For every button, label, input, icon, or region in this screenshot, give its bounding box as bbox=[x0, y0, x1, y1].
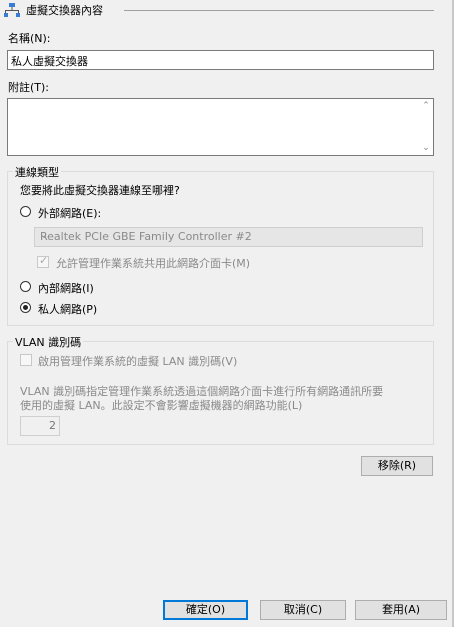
vlan-description-line2: 使用的虛擬 LAN。此設定不會影響虛擬機器的網路功能(L) bbox=[20, 399, 303, 412]
vlan-enable-checkbox[interactable] bbox=[20, 354, 32, 366]
name-label: 名稱(N): bbox=[8, 32, 51, 45]
internal-network-radio[interactable] bbox=[20, 281, 31, 292]
external-network-radio[interactable] bbox=[20, 206, 31, 217]
network-switch-icon bbox=[4, 3, 20, 17]
ok-button[interactable]: 確定(O) bbox=[163, 600, 248, 620]
private-network-label[interactable]: 私人網路(P) bbox=[38, 301, 97, 317]
apply-button[interactable]: 套用(A) bbox=[355, 600, 447, 620]
name-input-value: 私人虛擬交換器 bbox=[11, 55, 88, 68]
scroll-up-icon[interactable]: ⌃ bbox=[421, 102, 431, 111]
name-input[interactable]: 私人虛擬交換器 bbox=[7, 50, 434, 70]
section-header: 虛擬交換器內容 bbox=[4, 2, 103, 18]
vlan-enable-label[interactable]: 啟用管理作業系統的虛擬 LAN 識別碼(V) bbox=[38, 353, 237, 369]
scroll-down-icon[interactable]: ⌄ bbox=[421, 144, 431, 153]
allow-os-share-checkbox[interactable] bbox=[37, 254, 49, 268]
cancel-button[interactable]: 取消(C) bbox=[260, 600, 346, 620]
chevron-down-icon: ⌄ bbox=[40, 230, 49, 241]
private-network-radio[interactable] bbox=[20, 302, 31, 313]
internal-network-label[interactable]: 內部網路(I) bbox=[38, 280, 94, 296]
remove-button[interactable]: 移除(R) bbox=[361, 456, 433, 476]
connection-question: 您要將此虛擬交換器連線至哪裡? bbox=[20, 184, 180, 197]
allow-os-share-label[interactable]: 允許管理作業系統共用此網路介面卡(M) bbox=[56, 255, 250, 271]
section-divider bbox=[124, 10, 434, 11]
vlan-id-value: 2 bbox=[49, 419, 56, 432]
vlan-id-input[interactable]: 2 bbox=[20, 416, 60, 436]
connection-type-title: 連線類型 bbox=[13, 164, 61, 180]
notes-label: 附註(T): bbox=[8, 81, 50, 94]
section-title: 虛擬交換器內容 bbox=[26, 4, 103, 17]
vlan-title: VLAN 識別碼 bbox=[13, 334, 84, 350]
network-adapter-select[interactable]: Realtek PCIe GBE Family Controller #2 ⌄ bbox=[34, 227, 423, 247]
notes-textarea[interactable]: ⌃ ⌄ bbox=[7, 98, 434, 156]
external-network-label[interactable]: 外部網路(E): bbox=[38, 205, 101, 221]
